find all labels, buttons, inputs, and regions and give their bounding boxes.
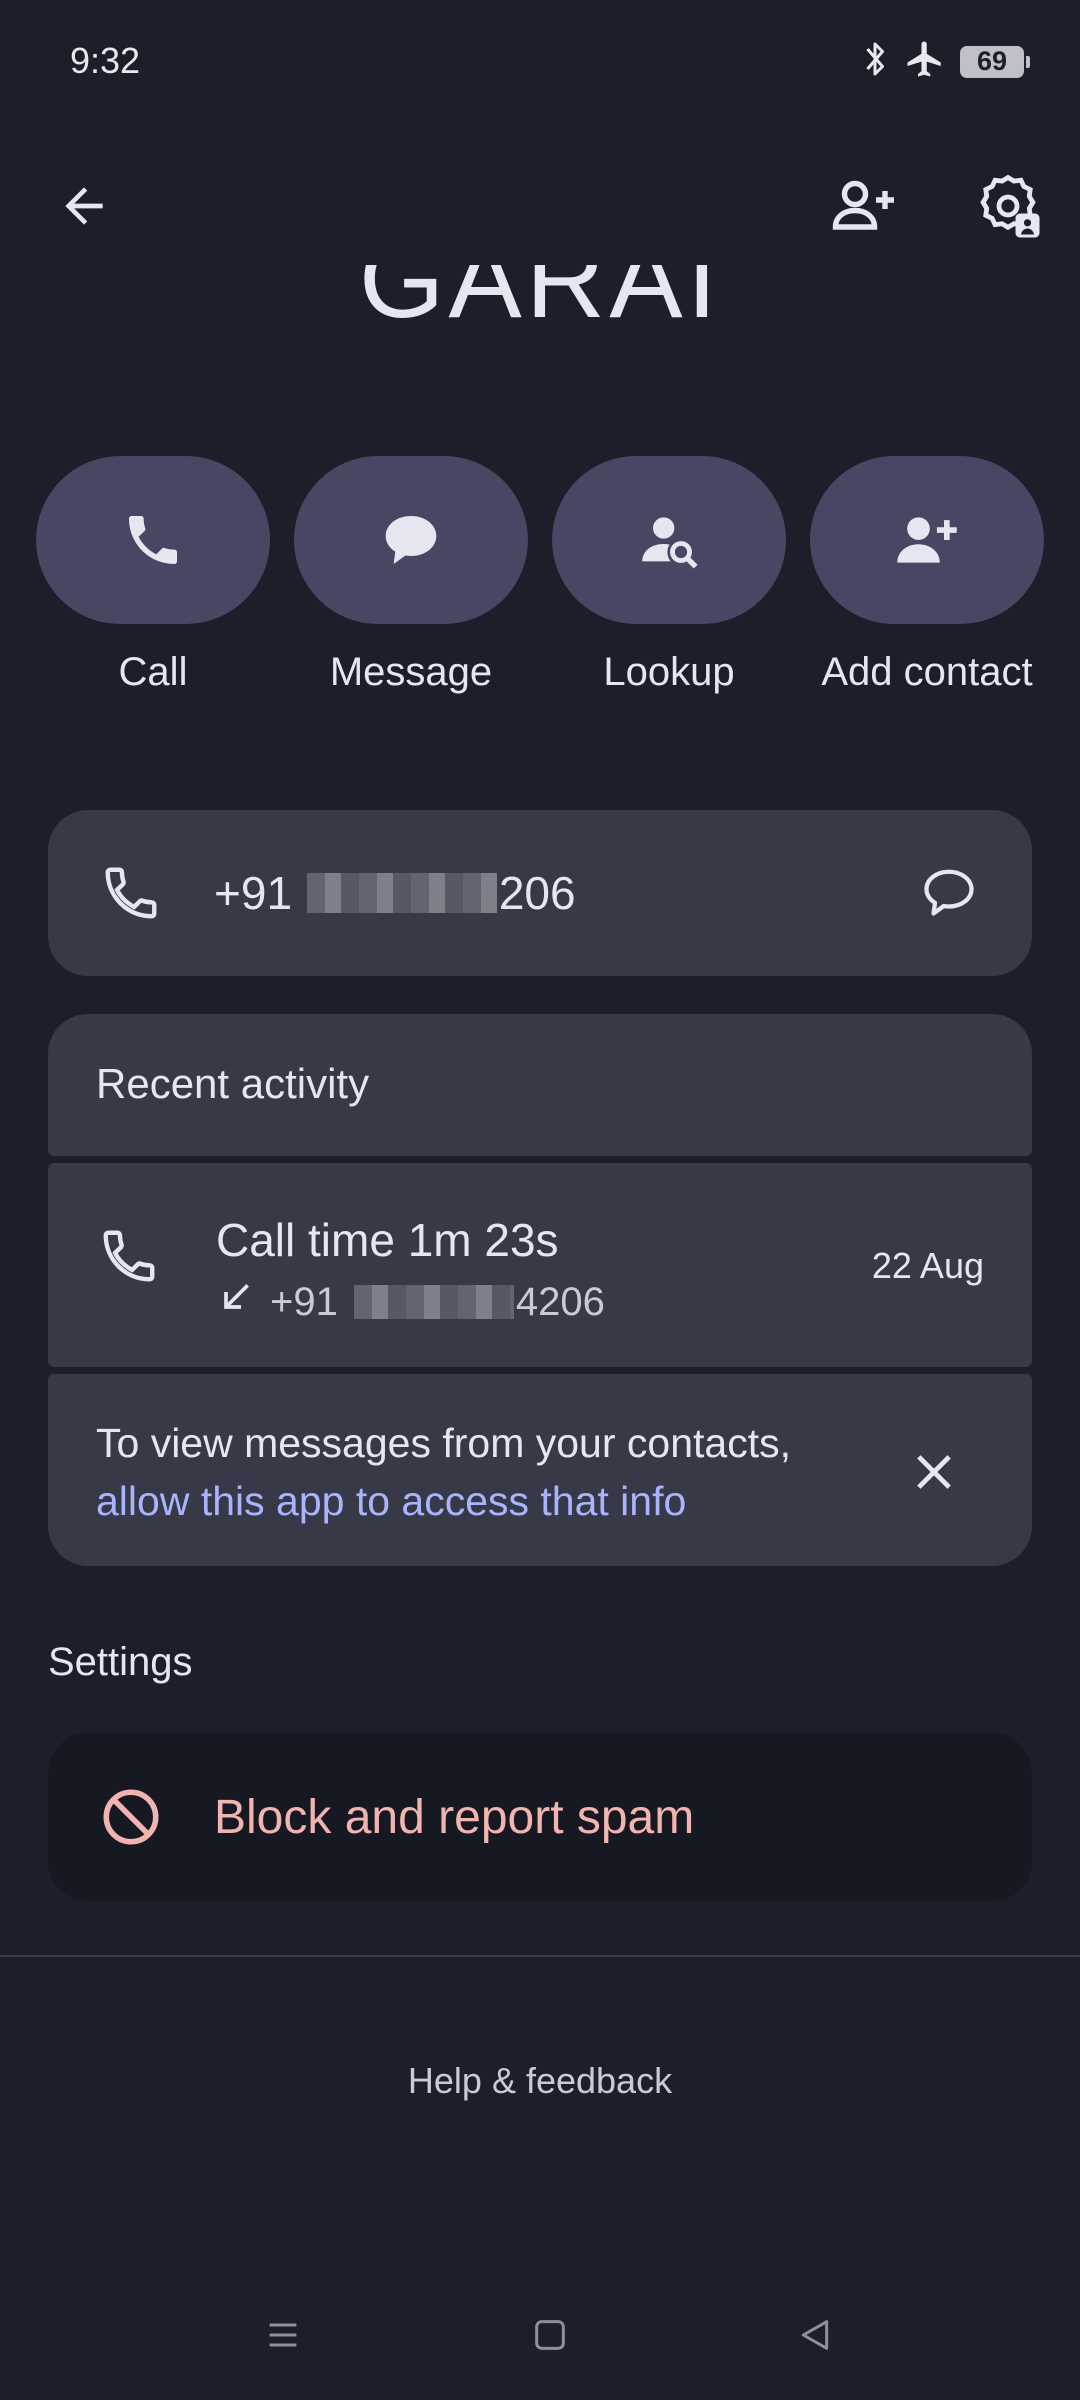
contact-settings-button[interactable] [960,158,1056,254]
battery-level: 69 [976,46,1008,76]
status-icons: 69 [860,38,1030,85]
call-time: Call time 1m 23s [216,1214,559,1266]
bluetooth-icon [860,39,890,84]
phone-outline-icon [105,867,157,919]
recent-call-item[interactable]: Call time 1m 23s +91 4206 22 Aug [48,1163,1032,1367]
battery-icon: 69 [960,45,1030,78]
phone-outline-icon [98,1225,160,1292]
phone-number-card[interactable]: +91 206 [48,810,1032,976]
lookup-action-button[interactable]: Lookup [552,456,786,702]
menu-icon [269,2323,297,2347]
nav-recents-button[interactable] [238,2300,328,2370]
person-add-outline-icon [832,180,894,230]
redacted-digits [306,873,497,913]
recent-activity-title: Recent activity [96,1060,370,1107]
triangle-back-icon [801,2320,829,2350]
close-icon [917,1455,951,1489]
settings-section-title: Settings [48,1640,193,1684]
nav-home-button[interactable] [505,2300,595,2370]
phone-number: +91 206 [214,867,576,919]
call-action-button[interactable]: Call [36,456,270,702]
allow-access-link[interactable]: allow this app to access that info [96,1478,686,1524]
message-number-button[interactable] [894,863,1004,923]
permission-prompt-card: To view messages from your contacts, all… [48,1374,1032,1566]
message-icon [385,516,437,564]
message-pill[interactable] [294,456,528,624]
call-label: Call [118,650,188,694]
message-action-button[interactable]: Message [294,456,528,702]
add-contact-pill[interactable] [810,456,1044,624]
add-contact-label: Add contact [821,650,1033,694]
block-icon [103,1789,159,1845]
dismiss-prompt-button[interactable] [886,1424,982,1520]
add-contact-top-button[interactable] [816,158,912,254]
system-nav-bar [0,2300,1080,2370]
divider [0,1955,1080,1957]
message-outline-icon [924,869,974,916]
recent-activity-header: Recent activity [48,1014,1032,1156]
arrow-back-icon [65,187,103,225]
incoming-call-arrow-icon [216,1277,256,1327]
message-label: Message [329,650,493,694]
person-search-icon [642,517,698,569]
redacted-digits [353,1285,514,1319]
nav-back-button[interactable] [770,2300,860,2370]
permission-text: To view messages from your contacts, all… [96,1420,791,1524]
block-report-spam-button[interactable]: Block and report spam [48,1733,1032,1901]
help-feedback-link[interactable]: Help & feedback [0,2060,1080,2102]
lookup-label: Lookup [603,650,735,694]
contact-name: GARAI [358,265,722,341]
phone-icon [129,516,177,564]
call-date: 22 Aug [871,1245,984,1286]
back-button[interactable] [36,158,132,254]
settings-account-icon [980,174,1040,238]
call-pill[interactable] [36,456,270,624]
lookup-pill[interactable] [552,456,786,624]
airplane-mode-icon [904,38,946,85]
call-number-line: +91 4206 [216,1277,605,1327]
status-time: 9:32 [70,40,141,81]
add-contact-action-button[interactable]: Add contact [810,456,1044,702]
block-report-spam-label: Block and report spam [214,1790,695,1844]
home-square-icon [535,2320,565,2350]
person-add-icon [897,517,957,563]
